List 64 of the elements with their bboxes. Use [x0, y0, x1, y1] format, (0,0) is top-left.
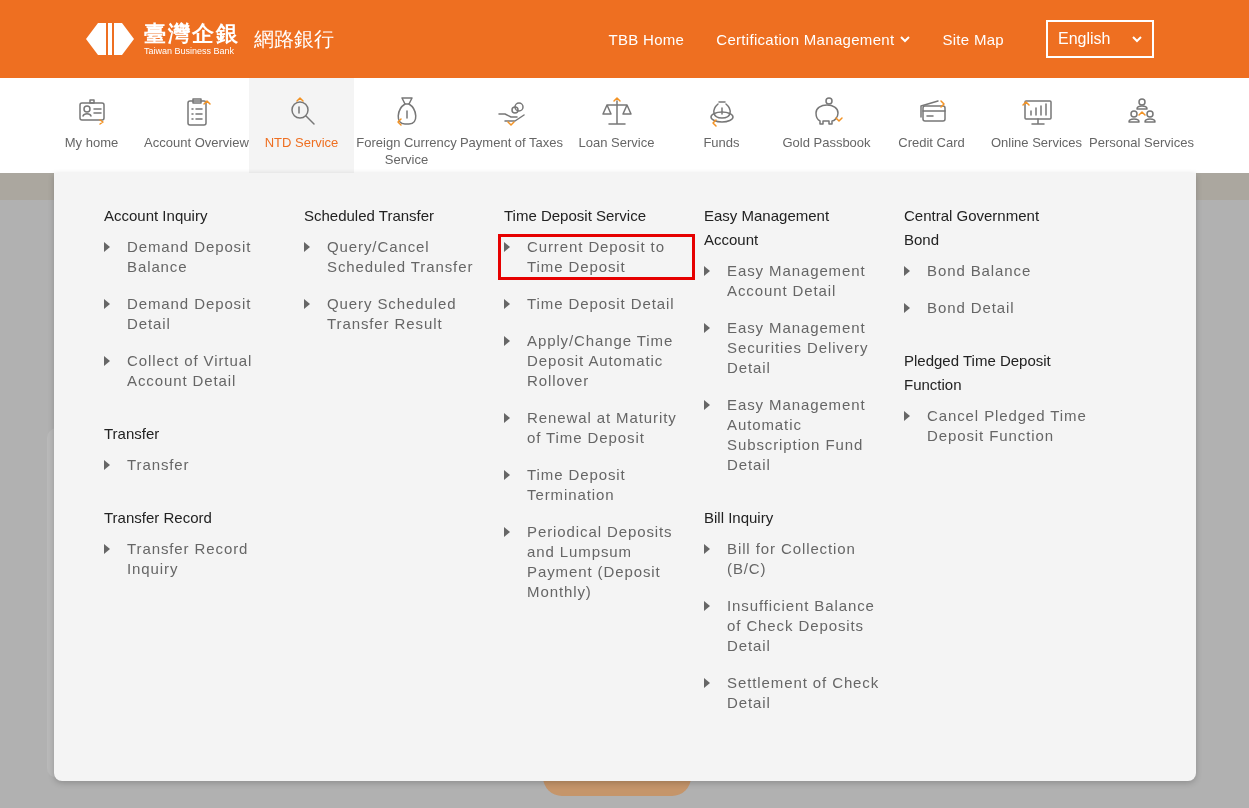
caret-right-icon — [704, 544, 710, 554]
menu-item[interactable]: Transfer Record Inquiry — [98, 536, 295, 582]
header-link[interactable]: TBB Home — [608, 30, 685, 48]
menu-heading: Central Government Bond — [904, 206, 1041, 250]
menu-item[interactable]: Easy Management Automatic Subscription Fund Detail — [698, 392, 895, 478]
menu-item[interactable]: Demand Deposit Balance — [98, 234, 295, 280]
caret-right-icon — [704, 678, 710, 688]
menu-heading: Transfer Record — [104, 508, 213, 528]
menu-heading: Account Inquiry — [104, 206, 209, 226]
caret-right-icon — [304, 242, 310, 252]
menu-item[interactable]: Periodical Deposits and Lumpsum Payment (Deposit Monthly) — [498, 519, 695, 605]
menu-item[interactable]: Cancel Pledged Time Deposit Function — [898, 403, 1095, 449]
menu-item[interactable]: Renewal at Maturity of Time Deposit — [498, 405, 695, 451]
menu-heading: Pledged Time Deposit Function — [904, 351, 1052, 395]
caret-right-icon — [504, 299, 510, 309]
caret-icon — [1132, 35, 1142, 43]
menu-item[interactable]: Easy Management Securities Delivery Detail — [698, 315, 895, 381]
site-title: 網路銀行 — [254, 26, 334, 52]
menu-item[interactable]: Easy Management Account Detail — [698, 258, 895, 304]
caret-right-icon — [904, 266, 910, 276]
caret-right-icon — [504, 470, 510, 480]
menu-item[interactable]: Query Scheduled Transfer Result — [298, 291, 495, 337]
caret-right-icon — [304, 299, 310, 309]
menu-item[interactable]: Collect of Virtual Account Detail — [98, 348, 295, 394]
caret-right-icon — [104, 299, 110, 309]
caret-right-icon — [504, 242, 510, 252]
caret-icon — [900, 35, 911, 43]
header-link[interactable]: Site Map — [942, 30, 1004, 48]
caret-right-icon — [704, 323, 710, 333]
menu-item[interactable]: Settlement of Check Detail — [698, 670, 895, 716]
menu-item[interactable]: Bond Detail — [898, 295, 1095, 321]
caret-right-icon — [704, 266, 710, 276]
caret-right-icon — [904, 303, 910, 313]
menu-item[interactable]: Query/Cancel Scheduled Transfer — [298, 234, 495, 280]
menu-item[interactable]: Apply/Change Time Deposit Automatic Rollover — [498, 328, 695, 394]
caret-right-icon — [104, 460, 110, 470]
caret-right-icon — [104, 242, 110, 252]
logo-text: 臺灣企銀 — [144, 22, 240, 45]
menu-item[interactable]: Demand Deposit Detail — [98, 291, 295, 337]
caret-right-icon — [704, 601, 710, 611]
caret-right-icon — [104, 356, 110, 366]
language-select[interactable]: English — [1046, 20, 1154, 58]
menu-item[interactable]: Transfer — [98, 452, 295, 478]
menu-heading: Bill Inquiry — [704, 508, 775, 528]
menu-item[interactable]: Time Deposit Detail — [498, 291, 695, 317]
menu-heading: Transfer — [104, 424, 161, 444]
menu-item[interactable]: Bond Balance — [898, 258, 1095, 284]
caret-right-icon — [504, 527, 510, 537]
caret-right-icon — [904, 411, 910, 421]
menu-heading: Scheduled Transfer — [304, 206, 436, 226]
logo-icon — [84, 21, 136, 57]
nav-tab[interactable]: NTD Service — [249, 78, 354, 173]
menu-heading: Time Deposit Service — [504, 206, 647, 226]
caret-right-icon — [704, 400, 710, 410]
menu-item[interactable]: Current Deposit to Time Deposit — [498, 234, 695, 280]
menu-heading: Easy Management Account — [704, 206, 831, 250]
caret-right-icon — [504, 413, 510, 423]
logo-subtitle: Taiwan Business Bank — [144, 46, 236, 56]
menu-item[interactable]: Time Deposit Termination — [498, 462, 695, 508]
caret-right-icon — [504, 336, 510, 346]
menu-item[interactable]: Bill for Collection (B/C) — [698, 536, 895, 582]
menu-item[interactable]: Insufficient Balance of Check Deposits Detail — [698, 593, 895, 659]
caret-right-icon — [104, 544, 110, 554]
header-link[interactable]: Certification Management — [716, 30, 911, 48]
